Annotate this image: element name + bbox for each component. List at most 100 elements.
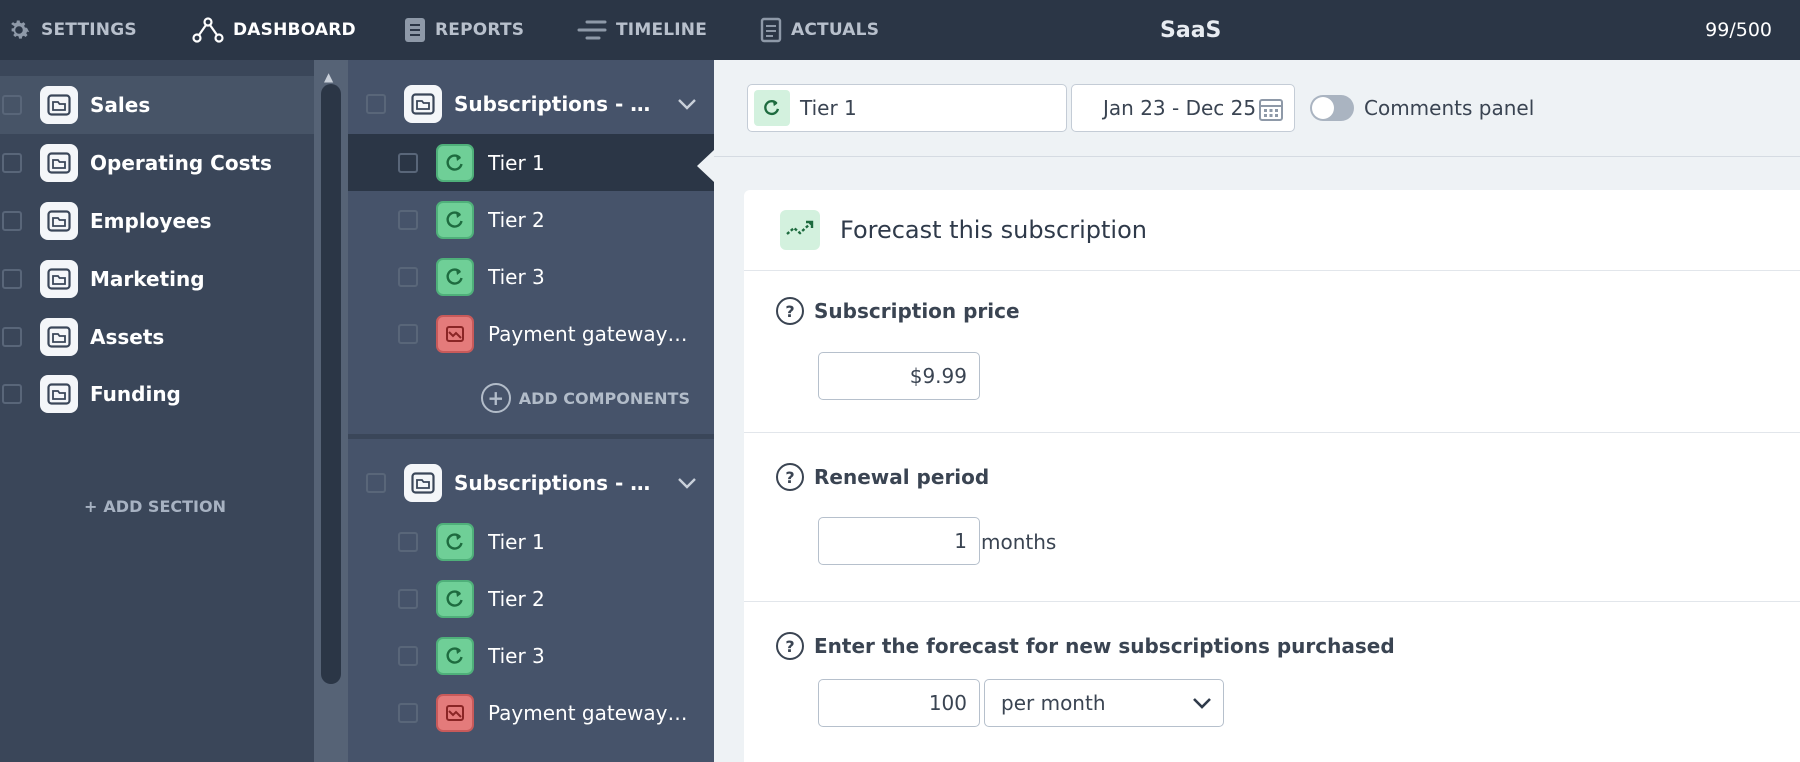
folder-icon — [40, 144, 78, 182]
subscription-price-section: ? Subscription price — [744, 271, 1800, 433]
sidebar-item-employees[interactable]: Employees — [0, 192, 314, 250]
renewal-period-section: ? Renewal period months — [744, 433, 1800, 602]
nav-settings-label: SETTINGS — [41, 20, 137, 40]
chevron-down-icon[interactable] — [677, 98, 697, 110]
chevron-down-icon[interactable] — [677, 477, 697, 489]
group-header-subscriptions-yearly[interactable]: Subscriptions - yea… — [348, 453, 714, 513]
renewal-period-label: Renewal period — [814, 465, 990, 489]
app-title: SaaS — [1160, 17, 1222, 43]
section-checkbox[interactable] — [2, 269, 22, 289]
sidebar-item-label: Employees — [90, 209, 212, 233]
help-icon[interactable]: ? — [776, 463, 804, 491]
add-components-label: ADD COMPONENTS — [518, 388, 690, 408]
dashboard-graph-icon — [192, 17, 224, 43]
sidebar-item-marketing[interactable]: Marketing — [0, 250, 314, 308]
scrollbar-thumb[interactable] — [321, 84, 341, 684]
component-checkbox[interactable] — [398, 209, 418, 230]
component-item-tier-3[interactable]: Tier 3 — [348, 248, 714, 305]
component-checkbox[interactable] — [398, 588, 418, 609]
forecast-trend-icon — [780, 210, 820, 250]
sidebar-item-sales[interactable]: Sales — [0, 76, 314, 134]
component-selector-value: Tier 1 — [800, 96, 857, 120]
sidebar-item-label: Marketing — [90, 267, 205, 291]
date-range-value: Jan 23 - Dec 25 — [1103, 96, 1257, 120]
component-item-payment-gateway[interactable]: Payment gateway c… — [348, 305, 714, 362]
nav-actuals[interactable]: ACTUALS — [760, 0, 879, 60]
component-label: Tier 2 — [488, 207, 545, 232]
group-checkbox[interactable] — [366, 473, 386, 493]
group-header-subscriptions-monthly[interactable]: Subscriptions - mo… — [348, 74, 714, 134]
component-item-tier-1[interactable]: Tier 1 — [348, 513, 714, 570]
comments-panel-label: Comments panel — [1364, 96, 1535, 120]
subscription-price-input[interactable] — [818, 352, 980, 400]
nav-settings[interactable]: SETTINGS — [6, 0, 137, 60]
component-checkbox[interactable] — [398, 152, 418, 173]
folder-icon — [404, 464, 442, 502]
component-checkbox[interactable] — [398, 266, 418, 287]
group-title: Subscriptions - mo… — [454, 92, 659, 116]
toggle-knob — [1312, 97, 1334, 119]
chevron-down-icon — [1193, 698, 1211, 709]
renewal-period-unit: months — [981, 530, 1057, 554]
plus-icon: + — [84, 497, 98, 516]
component-checkbox[interactable] — [398, 323, 418, 344]
folder-icon — [40, 318, 78, 356]
folder-icon — [40, 375, 78, 413]
component-item-tier-2[interactable]: Tier 2 — [348, 570, 714, 627]
section-checkbox[interactable] — [2, 153, 22, 173]
nav-reports-label: REPORTS — [435, 20, 525, 40]
add-section-label: ADD SECTION — [103, 497, 226, 516]
sidebar-item-funding[interactable]: Funding — [0, 365, 314, 423]
section-checkbox[interactable] — [2, 327, 22, 347]
recurring-revenue-icon — [436, 522, 474, 561]
nav-timeline[interactable]: TIMELINE — [577, 0, 707, 60]
comments-panel-toggle[interactable] — [1310, 95, 1354, 121]
top-navigation-bar: SETTINGS DASHBOARD REPORTS TIMELINE ACTU… — [0, 0, 1800, 60]
sidebar-item-label: Operating Costs — [90, 151, 272, 175]
new-subscriptions-input[interactable] — [818, 679, 980, 727]
component-label: Payment gateway c… — [488, 321, 693, 346]
help-icon[interactable]: ? — [776, 297, 804, 325]
usage-counter: 99/500 — [1705, 19, 1772, 41]
section-checkbox[interactable] — [2, 211, 22, 231]
recurring-revenue-icon — [436, 636, 474, 675]
scroll-up-arrow-icon[interactable]: ▲ — [324, 70, 333, 84]
date-range-picker[interactable]: Jan 23 - Dec 25 — [1071, 84, 1295, 132]
help-icon[interactable]: ? — [776, 632, 804, 660]
subscription-price-label: Subscription price — [814, 299, 1020, 323]
component-item-tier-1[interactable]: Tier 1 — [348, 134, 714, 191]
component-item-tier-2[interactable]: Tier 2 — [348, 191, 714, 248]
section-checkbox[interactable] — [2, 95, 22, 115]
forecast-period-select[interactable]: per month — [984, 679, 1224, 727]
renewal-period-input[interactable] — [818, 517, 980, 565]
component-checkbox[interactable] — [398, 531, 418, 552]
subscription-price-heading: ? Subscription price — [776, 297, 1020, 325]
new-subscriptions-heading: ? Enter the forecast for new subscriptio… — [776, 632, 1395, 660]
sidebar-item-label: Funding — [90, 382, 181, 406]
add-section-button[interactable]: + ADD SECTION — [84, 497, 226, 516]
calendar-icon — [1259, 99, 1283, 121]
nav-dashboard-label: DASHBOARD — [233, 20, 356, 40]
forecast-card-header: Forecast this subscription — [744, 190, 1800, 271]
component-selector[interactable]: Tier 1 — [747, 84, 1067, 132]
component-checkbox[interactable] — [398, 702, 418, 723]
section-checkbox[interactable] — [2, 384, 22, 404]
sidebar-item-operating-costs[interactable]: Operating Costs — [0, 134, 314, 192]
add-components-button[interactable]: + ADD COMPONENTS — [480, 383, 690, 413]
component-checkbox[interactable] — [398, 645, 418, 666]
component-item-tier-3[interactable]: Tier 3 — [348, 627, 714, 684]
component-label: Tier 1 — [488, 529, 545, 554]
folder-icon — [404, 85, 442, 123]
nav-reports[interactable]: REPORTS — [404, 0, 524, 60]
folder-icon — [40, 260, 78, 298]
add-circle-icon: + — [480, 383, 511, 413]
forecast-card: Forecast this subscription ? Subscriptio… — [744, 190, 1800, 762]
selection-pointer — [697, 150, 714, 182]
component-item-payment-gateway[interactable]: Payment gateway c… — [348, 684, 714, 741]
new-subscriptions-forecast-section: ? Enter the forecast for new subscriptio… — [744, 602, 1800, 762]
recurring-revenue-icon — [436, 257, 474, 296]
forecast-period-value: per month — [1001, 691, 1106, 715]
nav-dashboard[interactable]: DASHBOARD — [192, 0, 356, 60]
group-checkbox[interactable] — [366, 94, 386, 114]
sidebar-item-assets[interactable]: Assets — [0, 308, 314, 366]
